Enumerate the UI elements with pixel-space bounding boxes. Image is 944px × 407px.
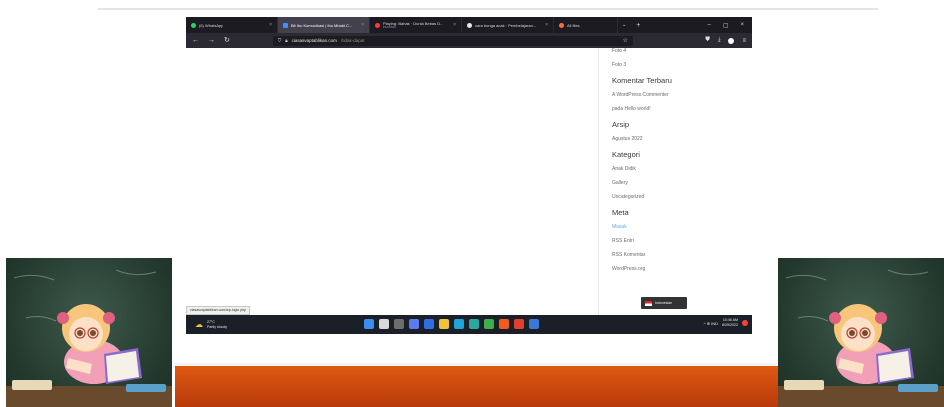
- url-path: /tidak-dapat: [340, 38, 365, 43]
- search-icon[interactable]: [379, 319, 389, 329]
- store-icon[interactable]: [469, 319, 479, 329]
- rss-entries-link[interactable]: RSS Entri: [612, 238, 752, 244]
- firefox-icon[interactable]: [499, 319, 509, 329]
- record-icon: [375, 22, 380, 28]
- girl-reading-icon: [6, 269, 172, 407]
- flag-icon: [645, 300, 652, 306]
- reload-icon[interactable]: ↻: [224, 37, 230, 44]
- close-icon[interactable]: ×: [453, 22, 456, 28]
- shield-icon[interactable]: ⛉: [278, 38, 281, 43]
- tab-search[interactable]: cara bunga acak · Pembelajaran... ×: [462, 17, 554, 33]
- whatsapp-icon: [191, 22, 196, 28]
- windows-taskbar: ☁ 27°C Partly cloudy ^ ⊕ IND 10:46 AM 8/…: [186, 315, 752, 334]
- clock[interactable]: 10:46 AM 8/29/2022: [722, 318, 738, 328]
- tab-text: Playing: Bahak · Dunia Bebas D... PLAYIN…: [383, 21, 444, 29]
- file-explorer-icon[interactable]: [439, 319, 449, 329]
- new-tab-plus-icon[interactable]: +: [630, 17, 646, 33]
- archive-link[interactable]: Agustus 2022: [612, 136, 752, 142]
- login-link[interactable]: Masuk: [612, 224, 752, 230]
- archives-heading: Arsip: [612, 120, 630, 129]
- taskbar-apps: [364, 319, 539, 329]
- top-divider: [98, 8, 878, 10]
- back-arrow-icon[interactable]: ←: [192, 37, 199, 44]
- bookmark-star-icon[interactable]: ☆: [622, 37, 627, 44]
- weather-cloud-sun-icon: ☁: [195, 320, 203, 329]
- category-link[interactable]: Uncategorized: [612, 194, 752, 200]
- category-link[interactable]: Gallery: [612, 180, 752, 186]
- rss-comments-link[interactable]: RSS Komentar: [612, 252, 752, 258]
- notification-icon[interactable]: [742, 320, 748, 326]
- tab-playing-video[interactable]: Playing: Bahak · Dunia Bebas D... PLAYIN…: [370, 17, 462, 33]
- recent-comments-heading: Komentar Terbaru: [612, 76, 672, 85]
- menu-icon[interactable]: ≡: [742, 38, 746, 44]
- girl-reading-illustration-right: [778, 258, 944, 407]
- browser-window: (6) WhatsApp × Bit Ibu Komunikasi | Ibu …: [186, 17, 752, 334]
- tab-active-page[interactable]: Bit Ibu Komunikasi | Ibu Mbabi.C... ×: [278, 17, 370, 33]
- close-icon[interactable]: ×: [545, 22, 548, 28]
- tab-all-files[interactable]: All files: [554, 17, 618, 33]
- tab-whatsapp[interactable]: (6) WhatsApp ×: [186, 17, 278, 33]
- address-bar[interactable]: ⛉ 🔒︎ ciasasvaptablikan.com/tidak-dapat ☆: [272, 35, 633, 46]
- window-controls: – ▢ ×: [707, 17, 752, 33]
- widgets-icon[interactable]: [409, 319, 419, 329]
- girl-reading-icon: [778, 269, 944, 407]
- close-window-icon[interactable]: ×: [740, 22, 744, 28]
- language-indicator[interactable]: Indonesian: [641, 297, 687, 309]
- categories-heading: Kategori: [612, 150, 640, 159]
- comment-post-link[interactable]: pada Hello world!: [612, 106, 752, 112]
- tray-icons[interactable]: ^ ⊕ IND: [704, 321, 718, 326]
- word-icon[interactable]: [529, 319, 539, 329]
- pocket-icon[interactable]: ⛊: [705, 37, 710, 44]
- account-icon[interactable]: [728, 37, 735, 44]
- files-icon: [559, 22, 564, 28]
- lock-icon[interactable]: 🔒︎: [285, 38, 287, 43]
- google-icon: [467, 22, 472, 28]
- site-icon: [283, 22, 288, 28]
- url-host: ciasasvaptablikan.com: [291, 38, 337, 43]
- tab-bar: (6) WhatsApp × Bit Ibu Komunikasi | Ibu …: [186, 17, 752, 33]
- link-status-tooltip: ciasasvaptablikan.com/wp-login.php: [186, 306, 251, 315]
- forward-arrow-icon[interactable]: →: [208, 37, 215, 44]
- start-icon[interactable]: [364, 319, 374, 329]
- blog-sidebar: Foto 4 Foto 3 Komentar Terbaru A WordPre…: [598, 48, 752, 318]
- minimize-icon[interactable]: –: [707, 22, 710, 28]
- weather-description: Partly cloudy: [207, 324, 228, 329]
- chat-icon[interactable]: [424, 319, 434, 329]
- app-red-icon[interactable]: [514, 319, 524, 329]
- category-link[interactable]: Anak Didik: [612, 166, 752, 172]
- orange-footer-band: [175, 366, 779, 407]
- meta-heading: Meta: [612, 208, 629, 217]
- system-tray: ^ ⊕ IND 10:46 AM 8/29/2022: [704, 318, 748, 328]
- wordpress-org-link[interactable]: WordPress.org: [612, 266, 752, 272]
- recent-post-link[interactable]: Foto 3: [612, 62, 752, 68]
- nav-bar: ← → ↻ ⛉ 🔒︎ ciasasvaptablikan.com/tidak-d…: [186, 33, 752, 48]
- tab-list-chevron-icon[interactable]: ⌄: [618, 17, 630, 33]
- weather-widget[interactable]: ☁ 27°C Partly cloudy: [186, 320, 227, 329]
- app-green-icon[interactable]: [484, 319, 494, 329]
- girl-reading-illustration-left: [6, 258, 172, 407]
- recent-post-link[interactable]: Foto 4: [612, 48, 752, 54]
- download-icon[interactable]: ⤓: [718, 37, 721, 44]
- comment-author-link[interactable]: A WordPress Commenter: [612, 92, 752, 98]
- edge-browser-icon[interactable]: [454, 319, 464, 329]
- close-icon[interactable]: ×: [361, 22, 364, 28]
- close-icon[interactable]: ×: [269, 22, 272, 28]
- task-view-icon[interactable]: [394, 319, 404, 329]
- toolbar-right: ⛊ ⤓ ≡: [705, 37, 746, 44]
- maximize-icon[interactable]: ▢: [723, 22, 729, 29]
